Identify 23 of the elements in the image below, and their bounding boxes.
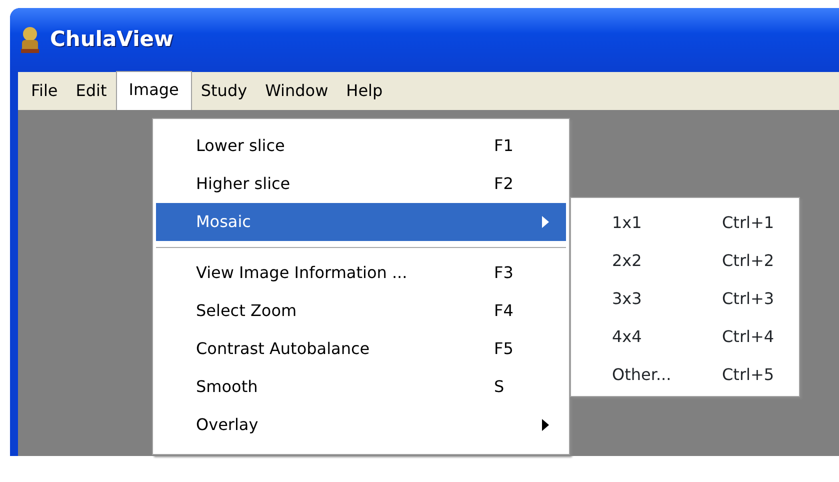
menu-bar-item[interactable]: Edit bbox=[66, 73, 116, 109]
menu-item[interactable]: Overlay bbox=[156, 406, 566, 444]
menu-item[interactable]: 2x2 Ctrl+2 bbox=[574, 242, 796, 280]
menu-bar-item[interactable]: Study bbox=[192, 73, 256, 109]
menu-item[interactable]: Higher slice F2 bbox=[156, 165, 566, 203]
menu-item[interactable]: Contrast Autobalance F5 bbox=[156, 330, 566, 368]
menu-bar-item[interactable]: Help bbox=[337, 73, 392, 109]
menu-item[interactable]: View Image Information ... F3 bbox=[156, 254, 566, 292]
menu-bar-item[interactable]: Window bbox=[256, 73, 338, 109]
menu-item[interactable]: 1x1 Ctrl+1 bbox=[574, 204, 796, 242]
submenu-arrow-icon bbox=[542, 419, 549, 431]
menu-item[interactable]: Mosaic bbox=[156, 203, 566, 241]
menu-item[interactable]: Lower slice F1 bbox=[156, 127, 566, 165]
menu-item[interactable]: 4x4 Ctrl+4 bbox=[574, 318, 796, 356]
menu-item[interactable]: Other... Ctrl+5 bbox=[574, 356, 796, 394]
app-icon bbox=[18, 26, 42, 54]
menu-bar-item[interactable]: File bbox=[22, 73, 67, 109]
menu-item[interactable]: Smooth S bbox=[156, 368, 566, 406]
menu-item[interactable]: 3x3 Ctrl+3 bbox=[574, 280, 796, 318]
window-title: ChulaView bbox=[50, 26, 174, 54]
menu-bar-item[interactable]: Image bbox=[116, 71, 192, 111]
menu-item[interactable]: Select Zoom F4 bbox=[156, 292, 566, 330]
submenu-arrow-icon bbox=[542, 216, 549, 228]
